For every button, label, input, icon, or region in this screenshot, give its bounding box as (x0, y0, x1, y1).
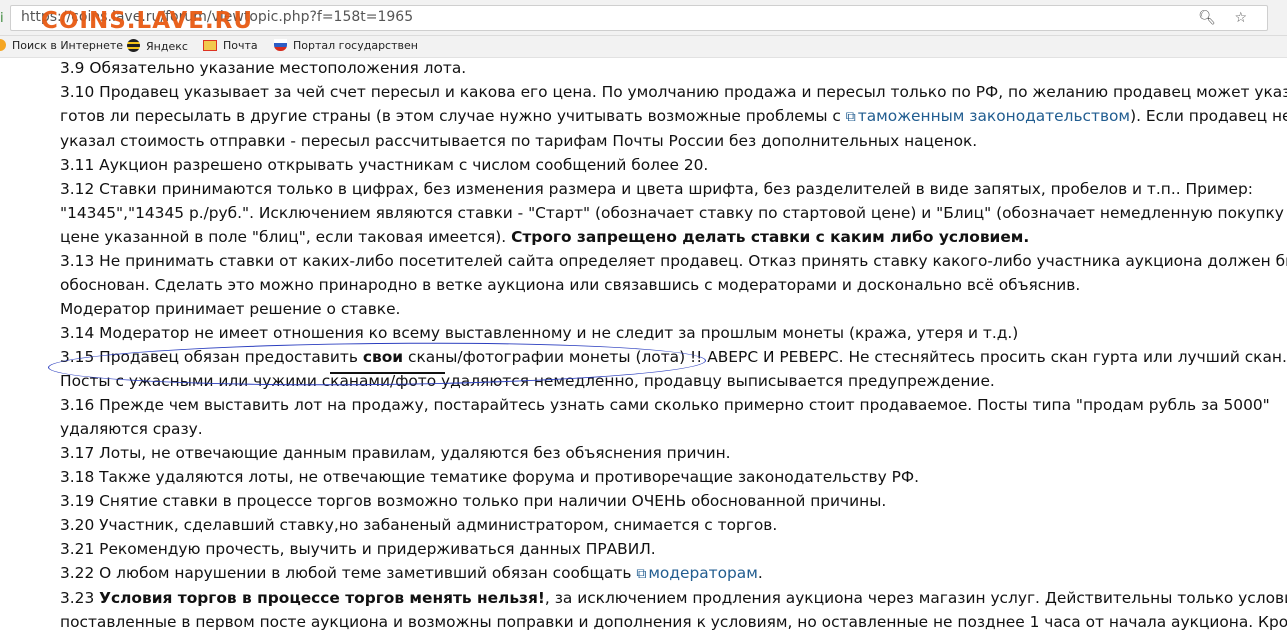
own-scans-emphasis: свои (362, 348, 404, 366)
yandex-icon (127, 39, 140, 52)
bookmark-mail[interactable]: Почта (203, 39, 258, 52)
left-fragment: i (0, 11, 4, 26)
rule-3-23-line1: 3.23 Условия торгов в процессе торгов ме… (60, 589, 1287, 607)
mail-icon (203, 40, 217, 51)
bookmarks-bar: Поиск в Интернете Яндекс Почта Портал го… (0, 36, 1287, 58)
rule-3-15-line2: Посты с ужасными или чужими сканами/фото… (60, 372, 995, 390)
gov-portal-icon (274, 39, 287, 51)
external-link-icon: ⧉ (845, 109, 856, 125)
site-watermark: COINS.LAVE.RU (41, 8, 254, 34)
rule-3-13-line3: Модератор принимает решение о ставке. (60, 300, 401, 318)
rule-3-16-line1: 3.16 Прежде чем выставить лот на продажу… (60, 396, 1270, 414)
rule-3-10-line1: 3.10 Продавец указывает за чей счет пере… (60, 83, 1287, 101)
rule-3-19: 3.19 Снятие ставки в процессе торгов воз… (60, 492, 887, 510)
bookmark-gov[interactable]: Портал государствен (274, 39, 418, 52)
strict-prohibition: Строго запрещено делать ставки с каким л… (511, 228, 1030, 246)
rule-3-14: 3.14 Модератор не имеет отношения ко все… (60, 324, 1019, 342)
rule-3-15-line1: 3.15 Продавец обязан предоставить свои с… (60, 348, 1287, 366)
customs-law-link[interactable]: ⧉ таможенным законодательством (846, 107, 1130, 125)
rule-3-12-line2: "14345","14345 р./руб.". Исключением явл… (60, 204, 1287, 222)
rule-3-18: 3.18 Также удаляются лоты, не отвечающие… (60, 468, 920, 486)
bookmark-star-icon[interactable]: ☆ (1234, 10, 1247, 26)
rule-3-10-line2: готов ли пересылать в другие страны (в э… (60, 107, 1287, 125)
terms-unchangeable: Условия торгов в процессе торгов менять … (99, 589, 545, 607)
rule-3-22: 3.22 О любом нарушении в любой теме заме… (60, 564, 763, 582)
address-bar: i https://coins.lave.ru/forum/viewtopic.… (0, 0, 1287, 36)
rule-3-20: 3.20 Участник, сделавший ставку,но забан… (60, 516, 778, 534)
external-link-icon: ⧉ (636, 566, 647, 582)
rule-3-11: 3.11 Аукцион разрешено открывать участни… (60, 156, 709, 174)
rule-3-13-line1: 3.13 Не принимать ставки от каких-либо п… (60, 252, 1287, 270)
rules-text: 3.9 Обязательно указание местоположения … (60, 56, 1287, 634)
zoom-icon[interactable]: 🔍︎ (1198, 10, 1216, 26)
bookmark-search[interactable]: Поиск в Интернете (0, 39, 123, 52)
url-input[interactable]: https://coins.lave.ru/forum/viewtopic.ph… (10, 5, 1268, 34)
rule-3-13-line2: обоснован. Сделать это можно принародно … (60, 276, 1081, 294)
rule-3-9: 3.9 Обязательно указание местоположения … (60, 59, 467, 77)
rule-3-12-line1: 3.12 Ставки принимаются только в цифрах,… (60, 180, 1253, 198)
bookmark-yandex[interactable]: Яндекс (127, 39, 188, 53)
moderators-link[interactable]: ⧉ модераторам (636, 564, 758, 582)
search-bookmark-icon (0, 39, 6, 51)
hand-drawn-underline-annotation (330, 372, 445, 374)
rule-3-12-line3: цене указанной в поле "блиц", если таков… (60, 228, 1030, 246)
rule-3-23-line2: поставленные в первом посте аукциона и в… (60, 613, 1287, 631)
rule-3-17: 3.17 Лоты, не отвечающие данным правилам… (60, 444, 731, 462)
rule-3-21: 3.21 Рекомендую прочесть, выучить и прид… (60, 540, 656, 558)
rule-3-16-line2: удаляются сразу. (60, 420, 203, 438)
rule-3-10-line3: указал стоимость отправки - пересыл расс… (60, 132, 978, 150)
